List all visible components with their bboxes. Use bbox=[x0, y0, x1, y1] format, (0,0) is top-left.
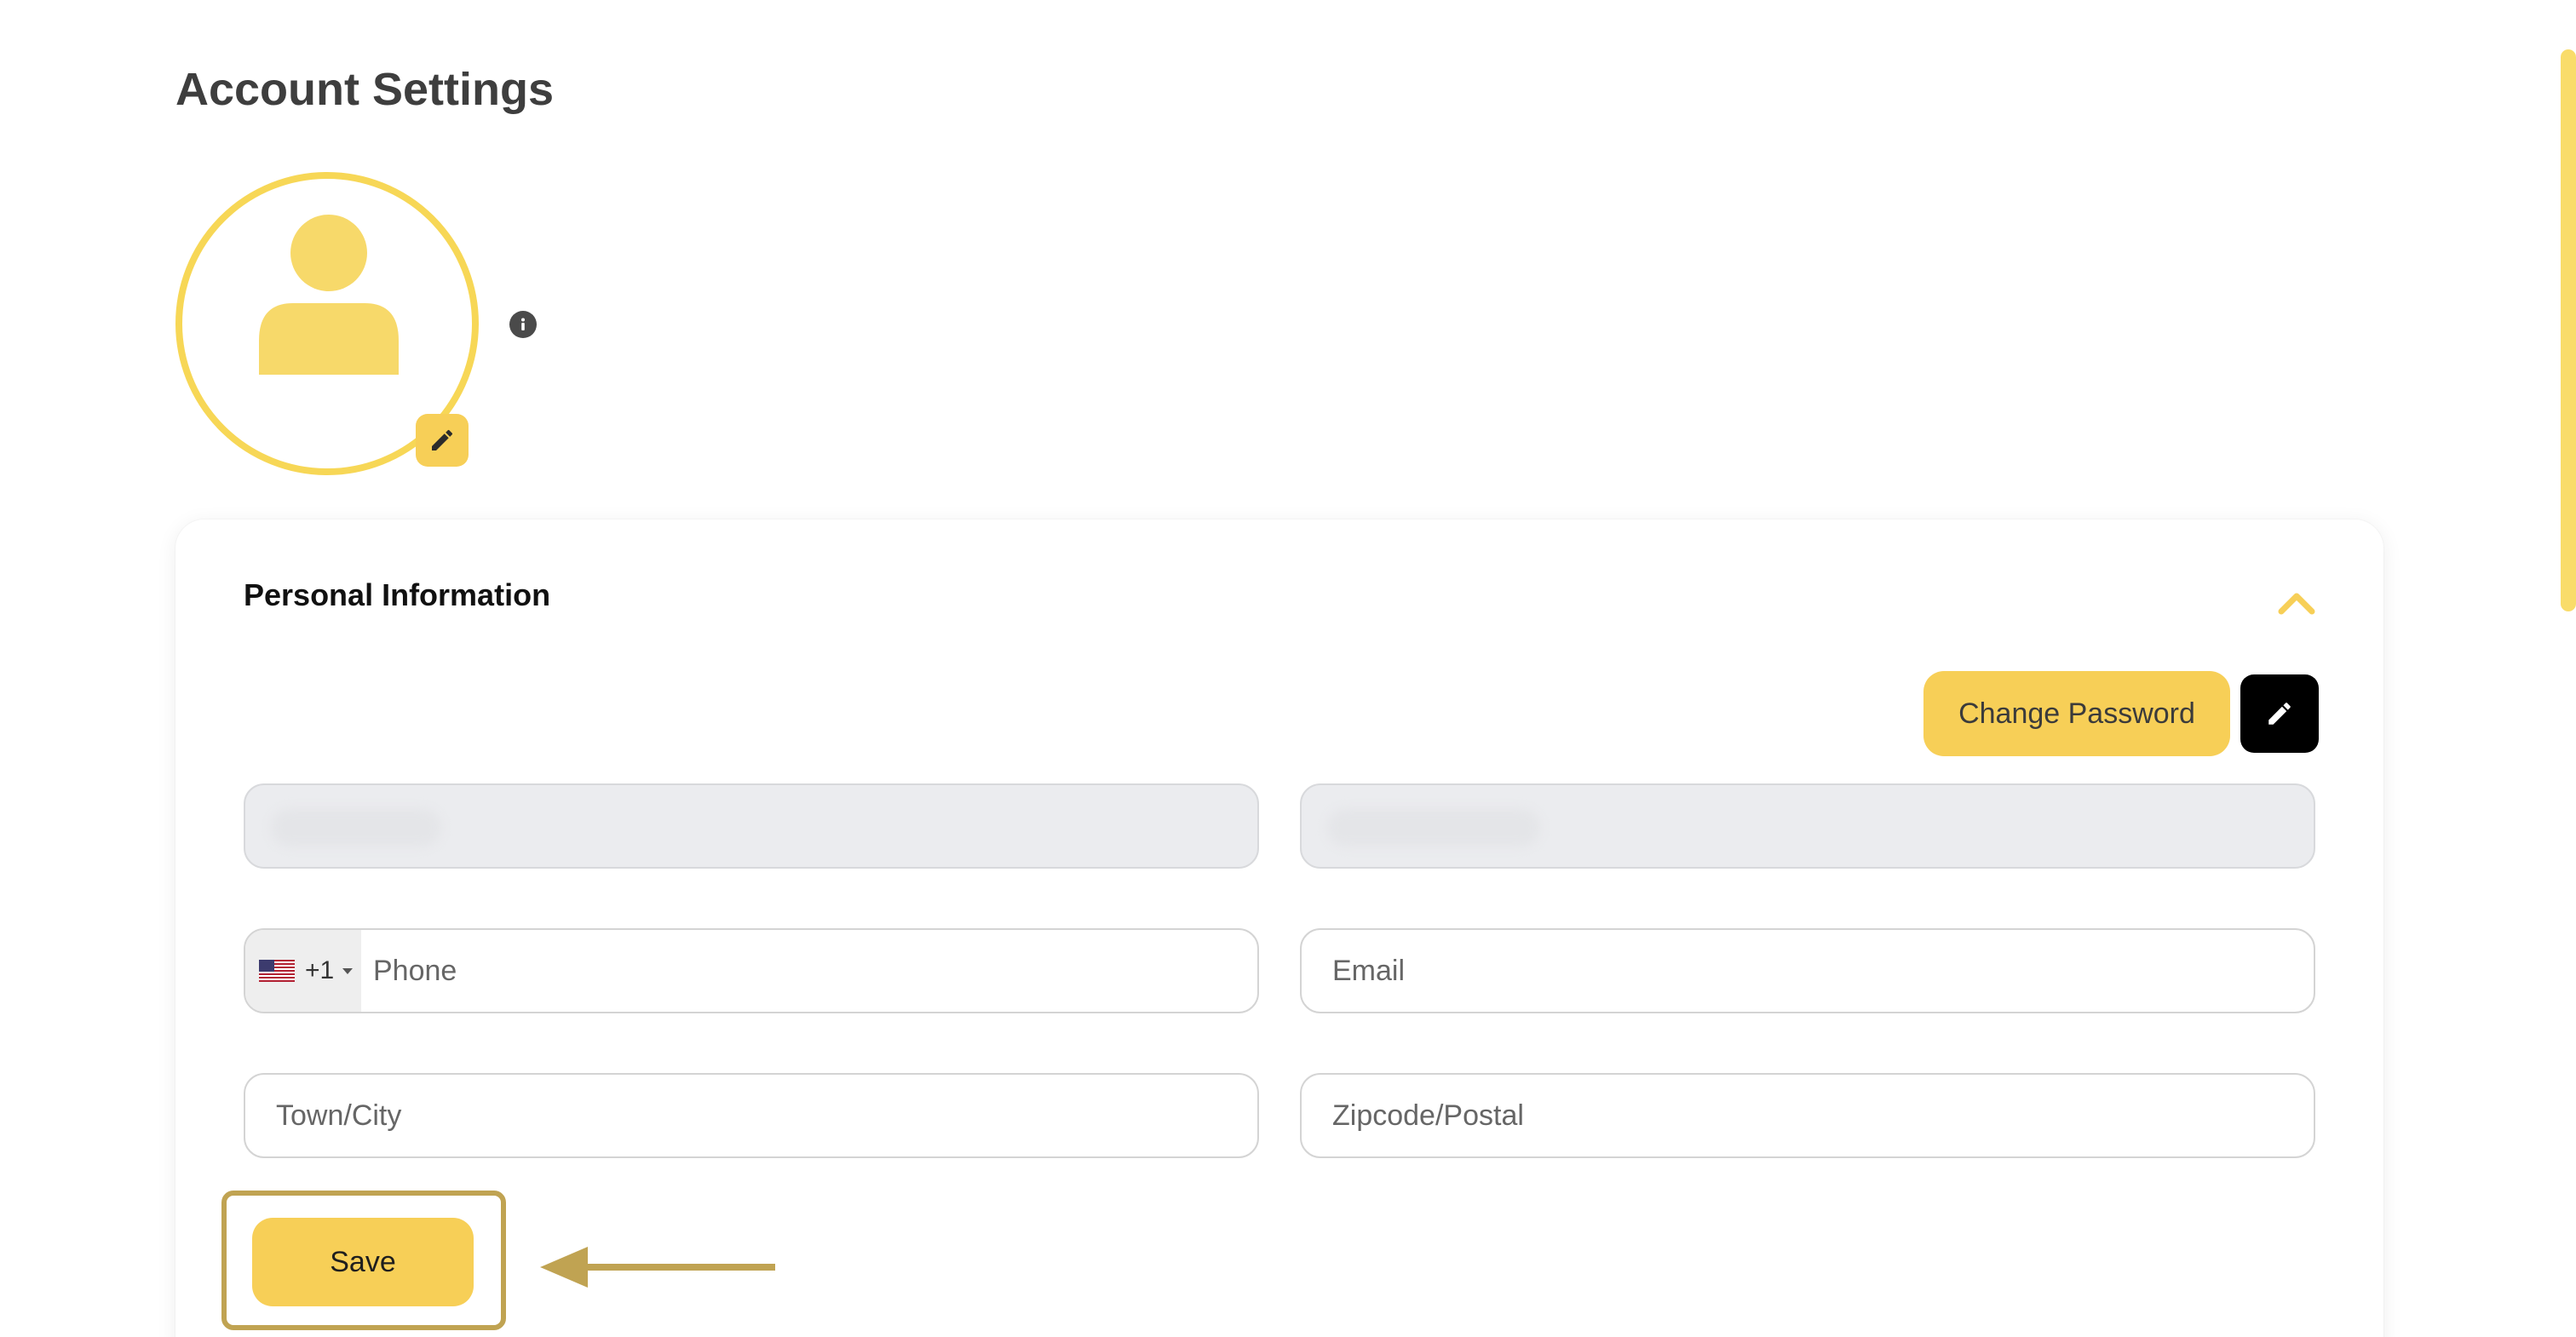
edit-profile-button[interactable] bbox=[2240, 674, 2319, 753]
change-password-button[interactable]: Change Password bbox=[1923, 671, 2230, 756]
chevron-up-icon bbox=[2278, 593, 2315, 615]
phone-field: +1 bbox=[244, 928, 1259, 1013]
account-settings-page: Account Settings Personal Information Ch… bbox=[0, 0, 2576, 1337]
pencil-icon bbox=[2268, 703, 2291, 725]
arrow-annotation-icon bbox=[540, 1247, 775, 1288]
info-glyph bbox=[521, 318, 525, 330]
collapse-toggle[interactable] bbox=[2276, 586, 2317, 620]
blurred-value bbox=[271, 809, 441, 846]
country-code-select[interactable]: +1 bbox=[245, 930, 361, 1012]
blurred-value bbox=[1327, 809, 1540, 846]
info-icon[interactable] bbox=[509, 311, 537, 338]
first-name-field[interactable] bbox=[244, 783, 1259, 869]
last-name-field[interactable] bbox=[1300, 783, 2315, 869]
avatar-edit-button[interactable] bbox=[416, 414, 469, 467]
section-title: Personal Information bbox=[244, 577, 551, 612]
phone-input[interactable] bbox=[361, 930, 1256, 1012]
scrollbar[interactable] bbox=[2561, 49, 2576, 611]
zipcode-field[interactable] bbox=[1300, 1073, 2315, 1158]
pencil-icon bbox=[432, 429, 453, 450]
caret-down-icon bbox=[342, 967, 354, 974]
page-title: Account Settings bbox=[175, 64, 555, 115]
town-city-field[interactable] bbox=[244, 1073, 1259, 1158]
dial-code: +1 bbox=[305, 956, 335, 984]
save-button[interactable]: Save bbox=[252, 1218, 474, 1306]
email-field[interactable] bbox=[1300, 928, 2315, 1013]
us-flag-icon bbox=[259, 960, 295, 982]
personal-information-card: Personal Information Change Password +1 … bbox=[175, 519, 2383, 1337]
